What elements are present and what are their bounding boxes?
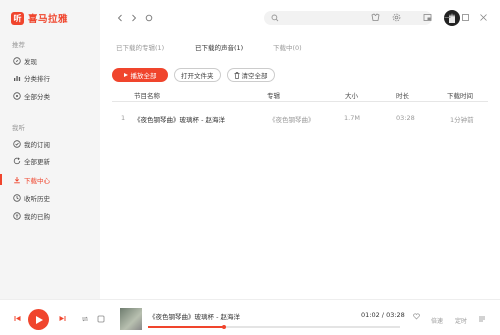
sidebar-item-purchased[interactable]: 我的已购 [0,208,100,223]
tab-downloaded-albums[interactable]: 已下载的专辑(1) [116,42,164,52]
col-duration[interactable]: 时长 [396,90,409,100]
open-folder-button[interactable]: 打开文件夹 [174,68,221,82]
next-icon[interactable] [58,314,66,322]
table-row[interactable]: 1 《夜色钢琴曲》玻璃杯 - 赵海洋 《夜色钢琴曲》 1.7M 03:28 1分… [112,112,488,126]
play-all-button[interactable]: 播放全部 [112,68,168,82]
app-logo[interactable]: 听 喜马拉雅 [11,11,68,25]
back-icon[interactable] [114,12,125,23]
sidebar-item-label: 发现 [24,57,37,66]
sidebar: 听 喜马拉雅 推荐 发现 分类排行 全部分类 我听 我的订阅 全部更新 下载中心… [0,0,100,299]
action-buttons: 播放全部 打开文件夹 清空全部 [112,68,275,83]
vip-icon[interactable] [370,12,381,23]
col-album[interactable]: 专辑 [267,90,280,100]
close-icon[interactable] [478,12,489,23]
previous-icon[interactable] [13,314,21,322]
row-index: 1 [121,114,126,122]
progress-handle[interactable] [221,324,227,329]
loop-icon[interactable] [80,314,89,323]
col-download-time[interactable]: 下载时间 [447,90,473,100]
chart-icon [12,73,21,82]
time-total: 03:28 [386,311,405,319]
volume-icon[interactable] [96,314,105,323]
playlist-icon[interactable] [477,314,486,323]
search-icon [271,14,279,24]
subscribe-icon [12,139,21,148]
play-icon [123,73,128,77]
trash-icon [234,71,240,79]
refresh-icon [12,156,21,165]
time-current: 01:02 [361,311,380,319]
sidebar-item-label: 全部更新 [24,157,50,166]
top-bar [100,0,500,36]
col-title[interactable]: 节目名称 [134,90,160,100]
row-download-time: 1分钟前 [450,116,474,124]
sidebar-item-label: 下载中心 [24,176,50,185]
row-album[interactable]: 《夜色钢琴曲》 [269,114,315,124]
grid-icon [12,91,21,100]
row-size: 1.7M [344,114,360,122]
minimize-icon[interactable] [442,12,453,23]
sidebar-item-label: 我的已购 [24,212,50,221]
row-duration: 03:28 [396,114,415,122]
maximize-icon[interactable] [460,12,471,23]
section-recommend-title: 推荐 [12,41,25,49]
col-size[interactable]: 大小 [345,90,358,100]
forward-icon[interactable] [128,12,139,23]
sidebar-item-label: 我的订阅 [24,140,50,149]
timer-button[interactable]: 定时 [455,316,467,325]
now-playing-title[interactable]: 《夜色钢琴曲》玻璃杯 - 赵海洋 [149,311,240,321]
gear-icon[interactable] [391,12,402,23]
table-header: 节目名称 专辑 大小 时长 下载时间 [112,88,488,102]
sidebar-item-ranking[interactable]: 分类排行 [0,70,100,85]
history-icon [12,193,21,202]
section-mine-title: 我听 [12,124,25,132]
logo-icon: 听 [11,11,24,25]
row-title[interactable]: 《夜色钢琴曲》玻璃杯 - 赵海洋 [134,114,225,124]
sidebar-item-discover[interactable]: 发现 [0,53,100,68]
sidebar-item-label: 收听历史 [24,194,50,203]
compass-icon [12,56,21,65]
sidebar-item-label: 全部分类 [24,92,50,101]
purchased-icon [12,211,21,220]
sidebar-item-label: 分类排行 [24,74,50,83]
play-button[interactable] [28,309,49,330]
sidebar-item-updates[interactable]: 全部更新 [0,153,100,168]
progress-fill [148,326,224,328]
player-bar: 《夜色钢琴曲》玻璃杯 - 赵海洋 01:02 / 03:28 倍速 定时 [0,299,500,335]
refresh-icon[interactable] [143,12,154,23]
tab-downloading[interactable]: 下载中(0) [273,42,302,52]
speed-button[interactable]: 倍速 [431,316,443,325]
clear-all-label: 清空全部 [241,72,268,80]
mini-mode-icon[interactable] [422,12,433,23]
sidebar-item-history[interactable]: 收听历史 [0,190,100,205]
like-icon[interactable] [412,312,420,320]
sidebar-item-categories[interactable]: 全部分类 [0,88,100,103]
album-cover[interactable] [120,308,142,330]
play-icon [36,315,43,324]
search-input[interactable] [264,11,432,25]
app-name: 喜马拉雅 [28,14,69,25]
sidebar-item-downloads[interactable]: 下载中心 [0,172,100,187]
clear-all-button[interactable]: 清空全部 [226,68,275,82]
tab-downloaded-tracks[interactable]: 已下载的声音(1) [195,42,243,52]
download-tabs: 已下载的专辑(1) 已下载的声音(1) 下载中(0) [100,40,500,56]
download-icon [12,175,21,184]
progress-bar[interactable] [148,324,400,329]
play-all-label: 播放全部 [130,72,157,80]
playback-time: 01:02 / 03:28 [361,311,405,319]
sidebar-item-subscriptions[interactable]: 我的订阅 [0,136,100,151]
